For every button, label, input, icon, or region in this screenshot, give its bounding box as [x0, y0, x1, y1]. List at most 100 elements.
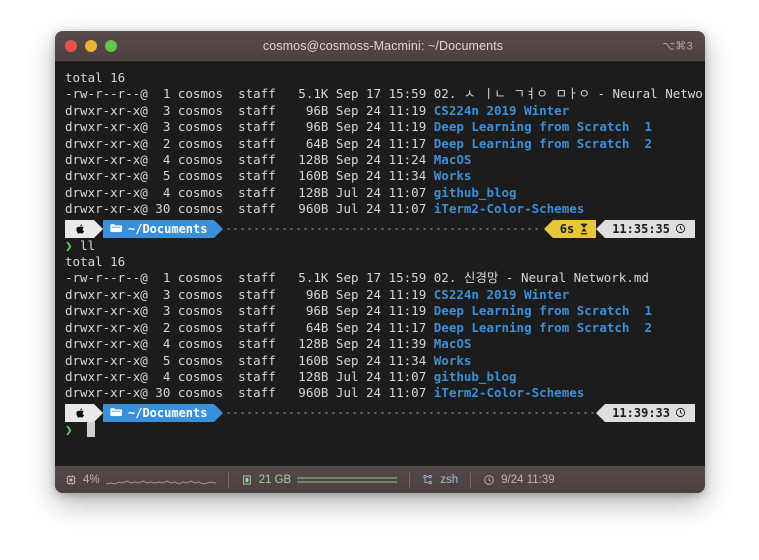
powerline-separator [596, 219, 606, 238]
ls-row: drwxr-xr-x@ 3 cosmos staff 96B Sep 24 11… [65, 119, 695, 135]
ls-row: drwxr-xr-x@ 4 cosmos staff 128B Jul 24 1… [65, 369, 695, 385]
folder-icon [110, 223, 123, 234]
powerline-separator [214, 219, 224, 238]
prompt-os-segment [65, 219, 94, 238]
ls-file-name: 02. 신경망 - Neural Network.md [433, 270, 649, 286]
status-cpu[interactable]: 4% [65, 473, 216, 487]
close-button[interactable] [65, 40, 77, 52]
powerline-separator [596, 403, 606, 422]
ls-row: drwxr-xr-x@ 3 cosmos staff 96B Sep 24 11… [65, 303, 695, 319]
hourglass-icon [579, 223, 589, 235]
ls-row-meta: drwxr-xr-x@ 4 cosmos staff 128B Jul 24 1… [65, 184, 434, 200]
memory-value: 21 GB [258, 474, 292, 486]
status-divider [227, 472, 229, 488]
command-input-line[interactable]: ❯ ll [65, 238, 695, 254]
ls-directory-name: github_blog [433, 184, 517, 200]
ls-directory-name: Deep Learning from Scratch 2 [433, 135, 653, 151]
memory-graph [297, 473, 398, 487]
prompt-chevron: ❯ [65, 421, 73, 437]
window-titlebar[interactable]: cosmos@cosmoss-Macmini: ~/Documents ⌥⌘3 [55, 31, 705, 62]
ls-total: total 16 [65, 70, 126, 85]
ls-row-meta: drwxr-xr-x@ 3 cosmos staff 96B Sep 24 11… [65, 286, 434, 302]
prompt-duration-text: 6s [559, 221, 575, 236]
ls-directory-name: Deep Learning from Scratch 1 [433, 119, 653, 135]
apple-icon [75, 407, 86, 419]
cpu-value: 4% [83, 474, 100, 486]
ls-row: drwxr-xr-x@ 2 cosmos staff 64B Sep 24 11… [65, 136, 695, 152]
text-cursor [87, 422, 95, 438]
ls-row-meta: drwxr-xr-x@ 30 cosmos staff 960B Jul 24 … [65, 201, 434, 217]
ls-row: drwxr-xr-x@ 4 cosmos staff 128B Sep 24 1… [65, 336, 695, 352]
status-divider [470, 472, 472, 488]
ls-row-meta: drwxr-xr-x@ 3 cosmos staff 96B Sep 24 11… [65, 303, 434, 319]
ls-directory-name: Works [433, 352, 472, 368]
ls-row: -rw-r--r--@ 1 cosmos staff 5.1K Sep 17 1… [65, 270, 695, 286]
ls-row-meta: drwxr-xr-x@ 3 cosmos staff 96B Sep 24 11… [65, 119, 434, 135]
apple-icon [75, 223, 86, 235]
ls-row-meta: -rw-r--r--@ 1 cosmos staff 5.1K Sep 17 1… [65, 270, 434, 286]
ls-row: drwxr-xr-x@ 30 cosmos staff 960B Jul 24 … [65, 385, 695, 401]
powerline-prompt: ~/Documents 11:39:33 [65, 403, 695, 422]
command-input-line[interactable]: ❯ [65, 422, 695, 438]
terminal-window[interactable]: cosmos@cosmoss-Macmini: ~/Documents ⌥⌘3 … [55, 31, 705, 493]
ls-directory-name: MacOS [433, 336, 472, 352]
clock-icon [675, 407, 686, 418]
clock-icon [675, 223, 686, 234]
ls-row: drwxr-xr-x@ 3 cosmos staff 96B Sep 24 11… [65, 103, 695, 119]
cpu-sparkline [105, 473, 216, 487]
status-shell[interactable]: zsh [422, 474, 458, 486]
powerline-separator [94, 219, 103, 238]
ls-row-meta: drwxr-xr-x@ 4 cosmos staff 128B Sep 24 1… [65, 336, 434, 352]
prompt-chevron: ❯ [65, 237, 73, 253]
prompt-path-segment: ~/Documents [103, 403, 215, 422]
ls-row: drwxr-xr-x@ 30 cosmos staff 960B Jul 24 … [65, 201, 695, 217]
ls-row-meta: -rw-r--r--@ 1 cosmos staff 5.1K Sep 17 1… [65, 86, 434, 102]
datetime-value: 9/24 11:39 [501, 474, 555, 486]
ls-total: total 16 [65, 254, 126, 270]
prompt-dot-filler [225, 223, 542, 234]
terminal-content: total 16 -rw-r--r--@ 1 cosmos staff 5.1K … [55, 70, 705, 438]
command-text [73, 422, 81, 438]
ls-row: drwxr-xr-x@ 2 cosmos staff 64B Sep 24 11… [65, 320, 695, 336]
shell-name: zsh [440, 474, 459, 486]
ls-directory-name: Deep Learning from Scratch 2 [433, 319, 653, 335]
prompt-os-segment [65, 403, 94, 422]
window-shortcut-hint: ⌥⌘3 [662, 40, 693, 53]
ls-row-meta: drwxr-xr-x@ 4 cosmos staff 128B Jul 24 1… [65, 368, 434, 384]
status-datetime[interactable]: 9/24 11:39 [483, 474, 555, 486]
cpu-icon [65, 474, 77, 486]
ls-directory-name: github_blog [433, 368, 517, 384]
minimize-button[interactable] [85, 40, 97, 52]
prompt-dot-filler [225, 407, 595, 418]
powerline-prompt: ~/Documents 6s 11:35:35 [65, 219, 695, 238]
powerline-separator [214, 403, 224, 422]
screenshot-root: cosmos@cosmoss-Macmini: ~/Documents ⌥⌘3 … [0, 0, 759, 560]
ls-row: drwxr-xr-x@ 5 cosmos staff 160B Sep 24 1… [65, 353, 695, 369]
ls-row-meta: drwxr-xr-x@ 4 cosmos staff 128B Sep 24 1… [65, 152, 434, 168]
ls-row-meta: drwxr-xr-x@ 5 cosmos staff 160B Sep 24 1… [65, 352, 434, 368]
ls-row: drwxr-xr-x@ 4 cosmos staff 128B Jul 24 1… [65, 185, 695, 201]
process-tree-icon [422, 474, 434, 486]
ls-directory-name: CS224n 2019 Winter [433, 286, 570, 302]
terminal-screen[interactable]: total 16 -rw-r--r--@ 1 cosmos staff 5.1K … [55, 62, 705, 465]
prompt-clock-text: 11:39:33 [612, 405, 670, 420]
status-memory[interactable]: 21 GB [241, 473, 398, 487]
ls-row-meta: drwxr-xr-x@ 2 cosmos staff 64B Sep 24 11… [65, 135, 434, 151]
powerline-separator [94, 403, 103, 422]
ls-directory-name: Works [433, 168, 472, 184]
terminal-status-bar[interactable]: 4% 21 GB zsh 9/24 11:39 [55, 465, 705, 493]
zoom-button[interactable] [105, 40, 117, 52]
status-divider [409, 472, 411, 488]
ls-directory-name: MacOS [433, 152, 472, 168]
prompt-clock-segment: 11:35:35 [605, 219, 695, 238]
window-title: cosmos@cosmoss-Macmini: ~/Documents [262, 39, 504, 53]
ls-file-name: 02. ㅅ ㅣㄴ ㄱㅕㅇ ㅁㅏㅇ - Neural Network.md [433, 86, 705, 102]
prompt-clock-segment: 11:39:33 [605, 403, 695, 422]
window-controls[interactable] [65, 31, 117, 61]
ls-directory-name: CS224n 2019 Winter [433, 102, 570, 118]
command-text: ll [72, 237, 96, 253]
clock-icon [483, 474, 495, 486]
prompt-path-text: ~/Documents [128, 221, 208, 236]
ls-row-meta: drwxr-xr-x@ 5 cosmos staff 160B Sep 24 1… [65, 168, 434, 184]
memory-icon [241, 474, 253, 486]
